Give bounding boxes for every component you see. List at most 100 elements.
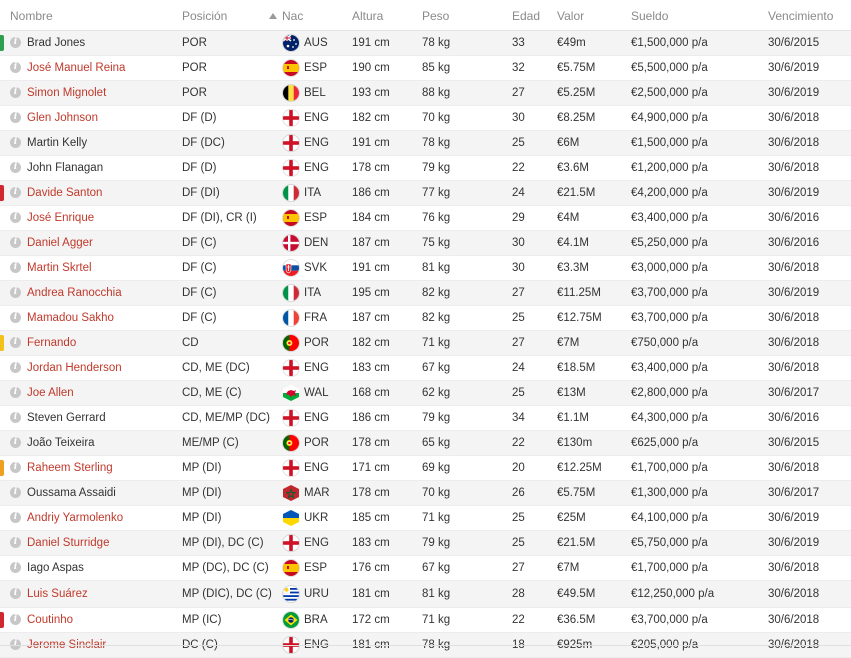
player-name: Brad Jones	[27, 37, 86, 49]
info-icon[interactable]: i	[10, 614, 21, 625]
table-row[interactable]: i Coutinho MP (IC) BRA 172 cm 71 kg 22 €36.5M €3…	[0, 608, 851, 633]
player-contract-expiry: 30/6/2018	[768, 312, 820, 324]
table-row[interactable]: i Daniel Sturridge MP (DI), DC (C) ENG 183 c…	[0, 531, 851, 556]
player-name[interactable]: Daniel Agger	[27, 231, 93, 255]
column-header-wage[interactable]: Sueldo	[631, 9, 668, 23]
flag-fra-icon	[283, 310, 299, 326]
info-icon[interactable]: i	[10, 37, 21, 48]
column-header-name[interactable]: Nombre	[10, 9, 53, 23]
player-age: 30	[512, 237, 525, 249]
player-name[interactable]: Coutinho	[27, 608, 73, 632]
squad-table: Nombre Posición Nac Altura Peso Edad Val…	[0, 0, 851, 658]
column-header-nationality[interactable]: Nac	[282, 9, 303, 23]
player-name[interactable]: Martin Skrtel	[27, 256, 92, 280]
column-header-position[interactable]: Posición	[182, 9, 227, 23]
player-contract-expiry: 30/6/2018	[768, 337, 820, 349]
player-name[interactable]: Fernando	[27, 331, 76, 355]
player-name[interactable]: Joe Allen	[27, 381, 74, 405]
player-contract-expiry: 30/6/2018	[768, 262, 820, 274]
info-icon[interactable]: i	[10, 588, 21, 599]
info-icon[interactable]: i	[10, 262, 21, 273]
player-value: €7M	[557, 337, 580, 349]
player-weight: 76 kg	[422, 212, 451, 224]
player-name[interactable]: Raheem Sterling	[27, 456, 113, 480]
player-name[interactable]: Jordan Henderson	[27, 356, 122, 380]
player-name[interactable]: Davide Santon	[27, 181, 102, 205]
info-icon[interactable]: i	[10, 237, 21, 248]
player-weight: 67 kg	[422, 362, 451, 374]
table-row[interactable]: i João Teixeira ME/MP (C) POR 178 cm 65 kg 22 €…	[0, 431, 851, 456]
table-row[interactable]: i Andrea Ranocchia DF (C) ITA 195 cm 82 kg 27 €…	[0, 281, 851, 306]
player-name[interactable]: Simon Mignolet	[27, 81, 106, 105]
table-row[interactable]: i Andriy Yarmolenko MP (DI) UKR 185 cm 71 kg 2…	[0, 506, 851, 531]
info-icon[interactable]: i	[10, 162, 21, 173]
player-age: 24	[512, 187, 525, 199]
player-name[interactable]: Glen Johnson	[27, 106, 98, 130]
player-position: MP (IC)	[182, 614, 222, 626]
column-header-weight[interactable]: Peso	[422, 9, 449, 23]
player-wage: €1,200,000 p/a	[631, 162, 708, 174]
info-icon[interactable]: i	[10, 337, 21, 348]
player-name[interactable]: José Enrique	[27, 206, 94, 230]
player-nationality: SVK	[304, 262, 328, 274]
player-height: 187 cm	[352, 312, 390, 324]
player-height: 178 cm	[352, 162, 390, 174]
column-header-value[interactable]: Valor	[557, 9, 584, 23]
table-row[interactable]: i Mamadou Sakho DF (C) FRA 187 cm 82 kg 25 €12.…	[0, 306, 851, 331]
table-row[interactable]: i Daniel Agger DF (C) DEN 187 cm 75 kg 30 €4.1M…	[0, 231, 851, 256]
table-row[interactable]: i Steven Gerrard CD, ME/MP (DC) ENG 186 cm 79…	[0, 406, 851, 431]
table-row[interactable]: i Oussama Assaidi MP (DI) MAR 178 cm 70 kg 26 €…	[0, 481, 851, 506]
column-header-expiry[interactable]: Vencimiento	[768, 9, 833, 23]
info-icon[interactable]: i	[10, 387, 21, 398]
table-row[interactable]: i Glen Johnson DF (D) ENG 182 cm 70 kg 30 €8.25…	[0, 106, 851, 131]
player-name[interactable]: Mamadou Sakho	[27, 306, 114, 330]
player-nationality: UKR	[304, 512, 329, 524]
table-row[interactable]: i Martin Kelly DF (DC) ENG 191 cm 78 kg 25 €6M €…	[0, 131, 851, 156]
table-row[interactable]: i Joe Allen CD, ME (C) WAL 168 cm 62 kg 25 €13M…	[0, 381, 851, 406]
table-row[interactable]: i Simon Mignolet POR BEL 193 cm 88 kg 27 €5.25M…	[0, 81, 851, 106]
info-icon[interactable]: i	[10, 487, 21, 498]
table-row[interactable]: i José Manuel Reina POR ESP 190 cm 85 kg 32 €5.…	[0, 56, 851, 81]
info-icon[interactable]: i	[10, 212, 21, 223]
table-row[interactable]: i Fernando CD POR 182 cm 71 kg 27 €7M €750,000 p…	[0, 331, 851, 356]
column-header-age[interactable]: Edad	[512, 9, 540, 23]
flag-ita-icon	[283, 185, 299, 201]
info-icon[interactable]: i	[10, 462, 21, 473]
info-icon[interactable]: i	[10, 512, 21, 523]
info-icon[interactable]: i	[10, 87, 21, 98]
info-icon[interactable]: i	[10, 287, 21, 298]
player-name[interactable]: José Manuel Reina	[27, 56, 125, 80]
player-value: €5.75M	[557, 62, 596, 74]
table-row[interactable]: i Luis Suárez MP (DIC), DC (C) URU 181 cm 81 …	[0, 581, 851, 608]
info-icon[interactable]: i	[10, 537, 21, 548]
table-row[interactable]: i José Enrique DF (DI), CR (I) ESP 184 cm 76 …	[0, 206, 851, 231]
table-row[interactable]: i John Flanagan DF (D) ENG 178 cm 79 kg 22 €3.6…	[0, 156, 851, 181]
info-icon[interactable]: i	[10, 437, 21, 448]
table-row[interactable]: i Iago Aspas MP (DC), DC (C) ESP 176 cm 67 kg…	[0, 556, 851, 581]
info-icon[interactable]: i	[10, 312, 21, 323]
table-row[interactable]: i Davide Santon DF (DI) ITA 186 cm 77 kg 24 €21…	[0, 181, 851, 206]
info-icon[interactable]: i	[10, 137, 21, 148]
player-name[interactable]: Luis Suárez	[27, 581, 88, 607]
player-name[interactable]: Andriy Yarmolenko	[27, 506, 123, 530]
flag-uru-icon	[283, 586, 299, 602]
column-header-height[interactable]: Altura	[352, 9, 383, 23]
player-name[interactable]: Andrea Ranocchia	[27, 281, 122, 305]
info-icon[interactable]: i	[10, 112, 21, 123]
info-icon[interactable]: i	[10, 187, 21, 198]
info-icon[interactable]: i	[10, 62, 21, 73]
player-height: 193 cm	[352, 87, 390, 99]
table-row[interactable]: i Martin Skrtel DF (C) SVK 191 cm 81 kg 30 €3.3…	[0, 256, 851, 281]
table-row[interactable]: i Raheem Sterling MP (DI) ENG 171 cm 69 kg 20 €…	[0, 456, 851, 481]
info-icon[interactable]: i	[10, 412, 21, 423]
player-wage: €3,400,000 p/a	[631, 362, 708, 374]
info-icon[interactable]: i	[10, 562, 21, 573]
player-position: MP (DIC), DC (C)	[182, 588, 272, 600]
player-position: MP (DI)	[182, 487, 222, 499]
player-value: €49.5M	[557, 588, 596, 600]
player-contract-expiry: 30/6/2019	[768, 537, 820, 549]
table-row[interactable]: i Jordan Henderson CD, ME (DC) ENG 183 cm 67 …	[0, 356, 851, 381]
player-name[interactable]: Daniel Sturridge	[27, 531, 109, 555]
table-row[interactable]: i Brad Jones POR AUS 191 cm 78 kg 33 €49m €1,500…	[0, 31, 851, 56]
info-icon[interactable]: i	[10, 362, 21, 373]
